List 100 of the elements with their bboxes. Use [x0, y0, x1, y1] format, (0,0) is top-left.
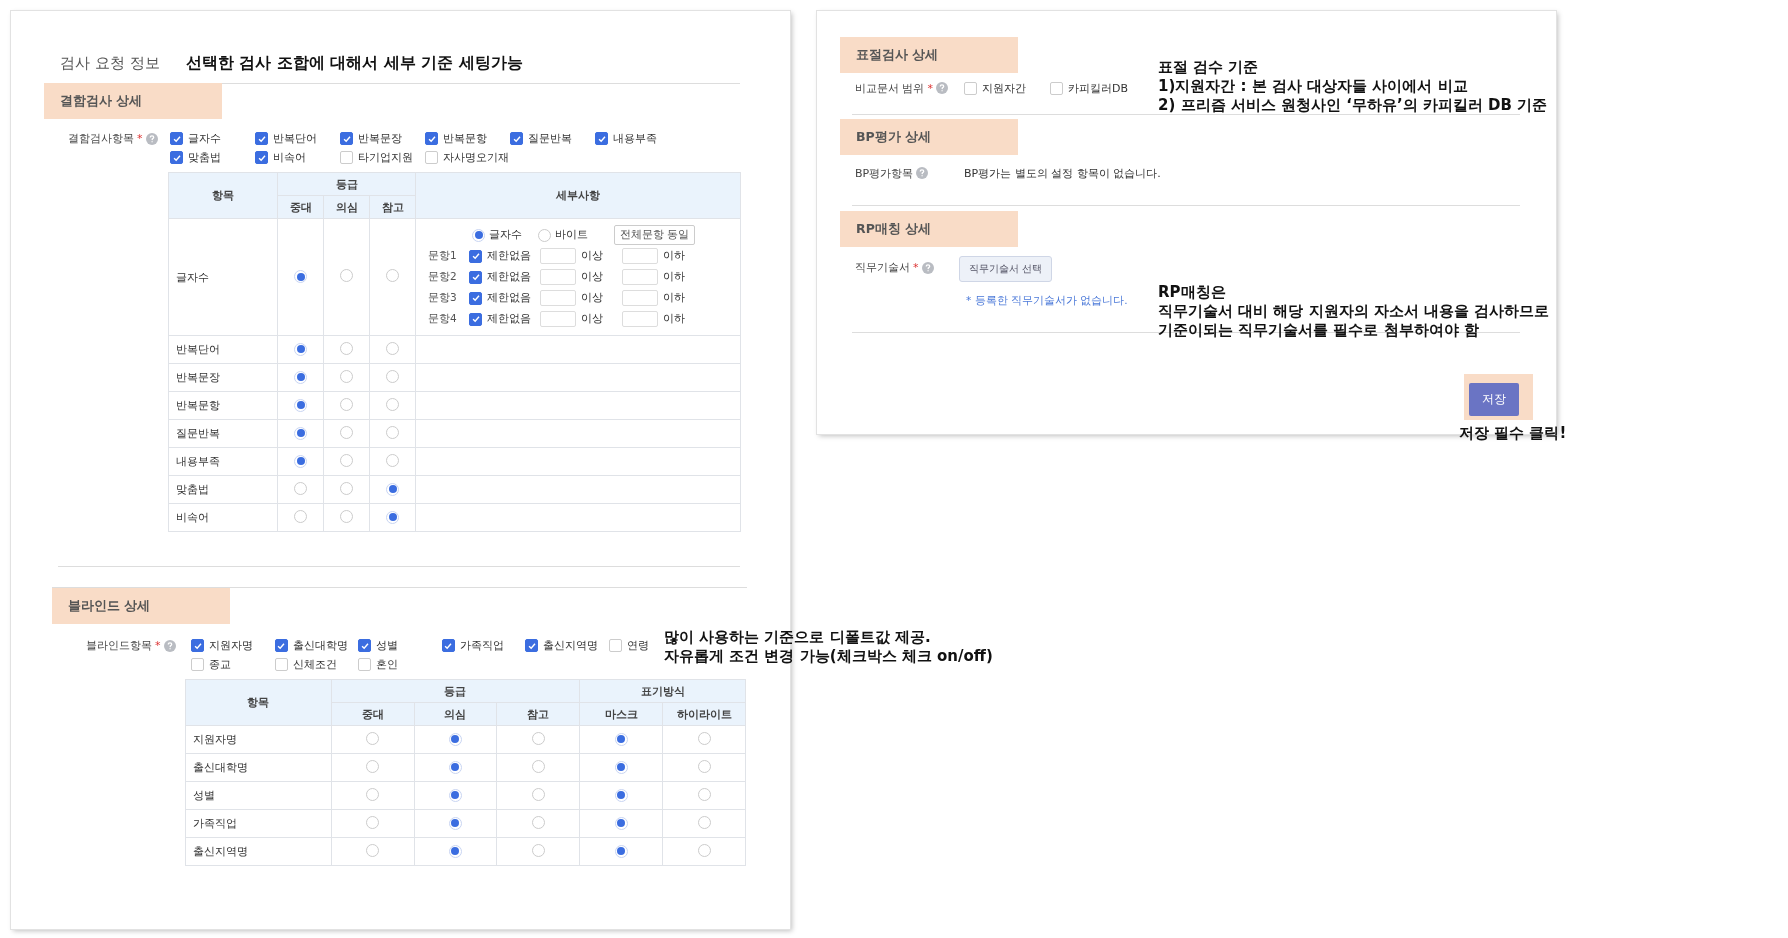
checkbox[interactable]: [469, 291, 482, 305]
radio-button[interactable]: [294, 270, 307, 284]
notice-text: * 등록한 직무기술서가 없습니다.: [966, 294, 1128, 308]
field-label: 블라인드항목: [86, 638, 152, 653]
radio-button[interactable]: [294, 509, 307, 523]
checkbox[interactable]: [358, 639, 371, 652]
checkbox[interactable]: [595, 132, 608, 145]
checkbox[interactable]: [340, 132, 353, 145]
radio-button[interactable]: [340, 341, 353, 355]
help-icon[interactable]: [145, 132, 158, 145]
annotation-text: RP매칭은 직무기술서 대비 해당 지원자의 자소서 내용을 검사하므로 기준이되는 직무기술서를 필수로 첨부하여야 함: [1158, 283, 1550, 340]
radio-button[interactable]: [386, 425, 399, 439]
table-cell: 반복문장: [176, 371, 220, 384]
radio-button[interactable]: [531, 815, 545, 829]
radio-button[interactable]: [697, 843, 711, 857]
radio-button[interactable]: [531, 731, 545, 745]
radio-button[interactable]: [386, 510, 399, 524]
radio-button[interactable]: [294, 370, 307, 384]
radio-button[interactable]: [386, 397, 399, 411]
radio-button[interactable]: [386, 482, 399, 496]
radio-button[interactable]: [614, 816, 628, 830]
checkbox[interactable]: [255, 151, 268, 164]
radio-button[interactable]: [340, 397, 353, 411]
table-cell: 지원자명: [193, 733, 237, 746]
help-icon[interactable]: [916, 167, 929, 179]
option-label: 바이트: [555, 228, 588, 242]
radio-button[interactable]: [366, 759, 380, 773]
option-label: 성별: [376, 638, 398, 653]
checkbox[interactable]: [425, 132, 438, 145]
help-icon[interactable]: [163, 639, 176, 652]
input-field[interactable]: [622, 248, 658, 264]
checkbox[interactable]: [469, 312, 482, 326]
checkbox[interactable]: [170, 151, 183, 164]
radio-button[interactable]: [697, 815, 711, 829]
checkbox[interactable]: [191, 639, 204, 652]
radio-button[interactable]: [340, 509, 353, 523]
input-field[interactable]: [622, 290, 658, 306]
checkbox[interactable]: [469, 270, 482, 284]
annotation-text: 표절 검수 기준 1)지원자간 : 본 검사 대상자들 사이에서 비교 2) 프리즘 서비스 원청사인 ‘무하유’의 카피킬러 DB 기준: [1158, 58, 1548, 115]
radio-button[interactable]: [449, 732, 462, 746]
radio-button[interactable]: [294, 481, 307, 495]
radio-button[interactable]: [697, 759, 711, 773]
select-document-button[interactable]: 직무기술서 선택: [959, 256, 1053, 282]
radio-button[interactable]: [614, 788, 628, 802]
apply-all-button[interactable]: 전체문항 동일: [614, 225, 696, 245]
radio-button[interactable]: [340, 369, 353, 383]
question-label: 문항2: [428, 270, 458, 284]
option-label: 카피킬러DB: [1068, 80, 1129, 96]
radio-button[interactable]: [294, 454, 307, 468]
checkbox[interactable]: [469, 249, 482, 263]
radio-button[interactable]: [449, 760, 462, 774]
radio-button[interactable]: [294, 398, 307, 412]
radio-button[interactable]: [366, 731, 380, 745]
radio-button[interactable]: [449, 788, 462, 802]
checkbox[interactable]: [525, 639, 538, 652]
radio-button[interactable]: [614, 732, 628, 746]
help-icon[interactable]: [936, 82, 948, 94]
option-label: 지원자간: [982, 80, 1026, 96]
radio-button[interactable]: [366, 843, 380, 857]
input-field[interactable]: [622, 311, 658, 327]
input-field[interactable]: [540, 290, 576, 306]
radio-button[interactable]: [294, 426, 307, 440]
radio-button[interactable]: [340, 481, 353, 495]
checkbox[interactable]: [510, 132, 523, 145]
radio-button[interactable]: [697, 787, 711, 801]
radio-button[interactable]: [386, 453, 399, 467]
option-label: 지원자명: [209, 638, 253, 653]
radio-button[interactable]: [531, 843, 545, 857]
input-field[interactable]: [622, 269, 658, 285]
radio-button[interactable]: [386, 369, 399, 383]
radio-button[interactable]: [531, 759, 545, 773]
radio-button[interactable]: [531, 787, 545, 801]
radio-button[interactable]: [340, 269, 353, 282]
checkbox[interactable]: [170, 132, 183, 145]
checkbox[interactable]: [274, 639, 288, 652]
radio-button[interactable]: [366, 815, 380, 829]
radio-button[interactable]: [449, 844, 462, 858]
radio-button[interactable]: [386, 269, 399, 282]
radio-button[interactable]: [614, 760, 628, 774]
radio-button[interactable]: [294, 342, 307, 356]
help-icon[interactable]: [921, 261, 934, 274]
table-cell: 글자수: [176, 270, 209, 284]
radio-button[interactable]: [340, 453, 353, 467]
save-button[interactable]: 저장: [1469, 383, 1519, 416]
input-field[interactable]: [540, 248, 576, 264]
section-title: 블라인드 상세: [68, 597, 151, 615]
checkbox[interactable]: [255, 132, 268, 145]
radio-button[interactable]: [697, 731, 711, 745]
input-field[interactable]: [540, 269, 576, 285]
input-field[interactable]: [540, 311, 576, 327]
radio-button[interactable]: [366, 787, 380, 801]
checkbox[interactable]: [441, 639, 455, 652]
column-header: 등급: [331, 679, 580, 703]
radio-button[interactable]: [472, 228, 485, 242]
radio-button[interactable]: [614, 844, 628, 858]
radio-button[interactable]: [386, 341, 399, 355]
radio-button[interactable]: [449, 816, 462, 830]
radio-button[interactable]: [340, 425, 353, 439]
radio-button[interactable]: [538, 228, 551, 242]
table-cell: 비속어: [176, 511, 209, 524]
